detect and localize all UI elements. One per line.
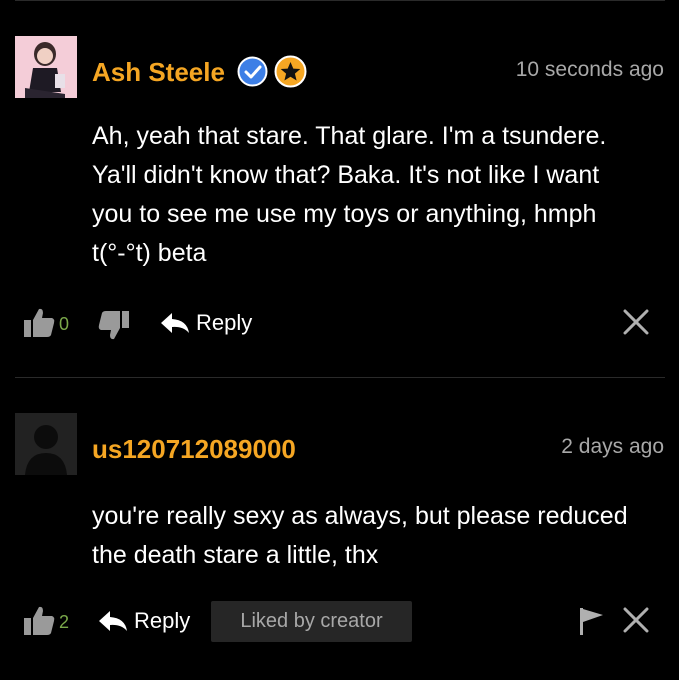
comment-body-line: t(°-°t) beta bbox=[92, 239, 207, 267]
comment-body-line: Ah, yeah that stare. That glare. I'm a t… bbox=[92, 122, 607, 150]
comment-actions: 0 Reply bbox=[0, 302, 679, 346]
reply-label: Reply bbox=[196, 310, 253, 335]
like-count: 2 bbox=[59, 612, 70, 632]
comment-time: 10 seconds ago bbox=[515, 58, 664, 81]
star-badge-icon bbox=[274, 55, 307, 93]
close-icon[interactable] bbox=[622, 308, 650, 341]
reply-label: Reply bbox=[134, 608, 191, 633]
thumbs-down-icon[interactable] bbox=[97, 308, 131, 347]
thumbs-up-icon[interactable] bbox=[22, 604, 56, 643]
comment-body: Ah, yeah that stare. That glare. I'm a t… bbox=[92, 117, 667, 273]
reply-arrow-icon bbox=[161, 313, 189, 333]
comment-actions: 2 Reply Liked by creator bbox=[0, 600, 679, 644]
divider-top bbox=[15, 0, 665, 1]
verified-check-icon bbox=[237, 56, 268, 92]
liked-by-creator-badge: Liked by creator bbox=[211, 601, 412, 642]
thumbs-up-icon[interactable] bbox=[22, 306, 56, 345]
comment-body-line: Ya'll didn't know that? Baka. It's not l… bbox=[92, 161, 600, 189]
divider bbox=[15, 377, 665, 378]
comment-body-line: the death stare a little, thx bbox=[92, 541, 379, 569]
avatar[interactable] bbox=[15, 36, 77, 98]
comment-time: 2 days ago bbox=[561, 435, 664, 458]
reply-arrow-icon bbox=[99, 611, 127, 631]
like-count: 0 bbox=[59, 314, 70, 334]
comment-body-line: you're really sexy as always, but please… bbox=[92, 502, 628, 530]
reply-button[interactable]: Reply bbox=[160, 310, 252, 336]
flag-icon[interactable] bbox=[579, 606, 605, 641]
comment-body: you're really sexy as always, but please… bbox=[92, 497, 667, 575]
comment-username[interactable]: us120712089000 bbox=[92, 434, 296, 465]
avatar[interactable] bbox=[15, 413, 77, 475]
close-icon[interactable] bbox=[622, 606, 650, 639]
comment-username[interactable]: Ash Steele bbox=[92, 57, 225, 88]
reply-button[interactable]: Reply bbox=[98, 608, 190, 634]
comment-body-line: you to see me use my toys or anything, h… bbox=[92, 200, 597, 228]
